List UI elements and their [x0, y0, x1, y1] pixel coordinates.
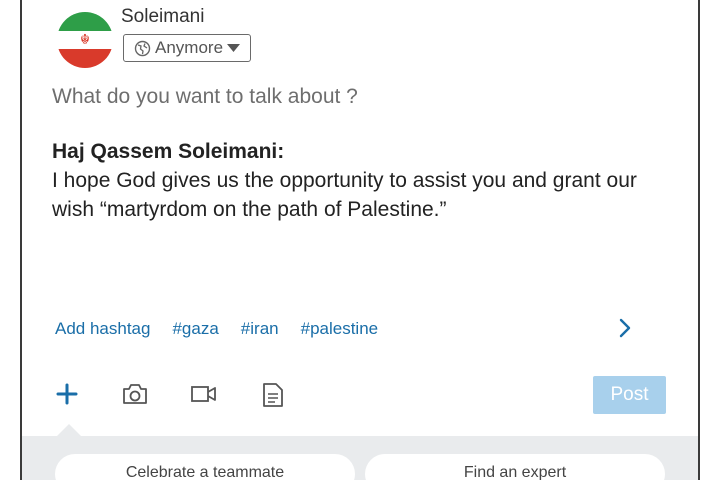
- hashtag-bar: Add hashtag #gaza #iran #palestine: [55, 319, 378, 339]
- visibility-label: Anymore: [155, 38, 224, 57]
- find-expert-button[interactable]: Find an expert: [365, 454, 665, 480]
- chevron-right-icon[interactable]: [618, 317, 632, 344]
- hashtag-gaza[interactable]: #gaza: [172, 319, 218, 339]
- quote-title: Haj Qassem Soleimani:: [52, 140, 285, 163]
- celebrate-teammate-button[interactable]: Celebrate a teammate: [55, 454, 355, 480]
- post-text-input[interactable]: What do you want to talk about ?: [52, 85, 358, 109]
- add-hashtag-link[interactable]: Add hashtag: [55, 319, 150, 339]
- post-button[interactable]: Post: [593, 376, 666, 414]
- iran-emblem-icon: ☬: [80, 32, 90, 48]
- quote-body: I hope God gives us the opportunity to a…: [52, 169, 637, 221]
- post-composer: ☬ Soleimani Anymore What do you want to …: [20, 0, 700, 480]
- panel-pointer: [56, 424, 82, 437]
- avatar[interactable]: ☬: [57, 12, 113, 68]
- globe-icon: [134, 40, 151, 57]
- plus-icon[interactable]: [55, 382, 79, 411]
- author-name: Soleimani: [121, 6, 205, 27]
- video-icon[interactable]: [190, 382, 218, 411]
- document-icon[interactable]: [262, 382, 284, 413]
- camera-icon[interactable]: [122, 382, 148, 411]
- hashtag-palestine[interactable]: #palestine: [301, 319, 379, 339]
- hashtag-iran[interactable]: #iran: [241, 319, 279, 339]
- caret-down-icon: [227, 43, 241, 53]
- visibility-dropdown[interactable]: Anymore: [123, 34, 252, 62]
